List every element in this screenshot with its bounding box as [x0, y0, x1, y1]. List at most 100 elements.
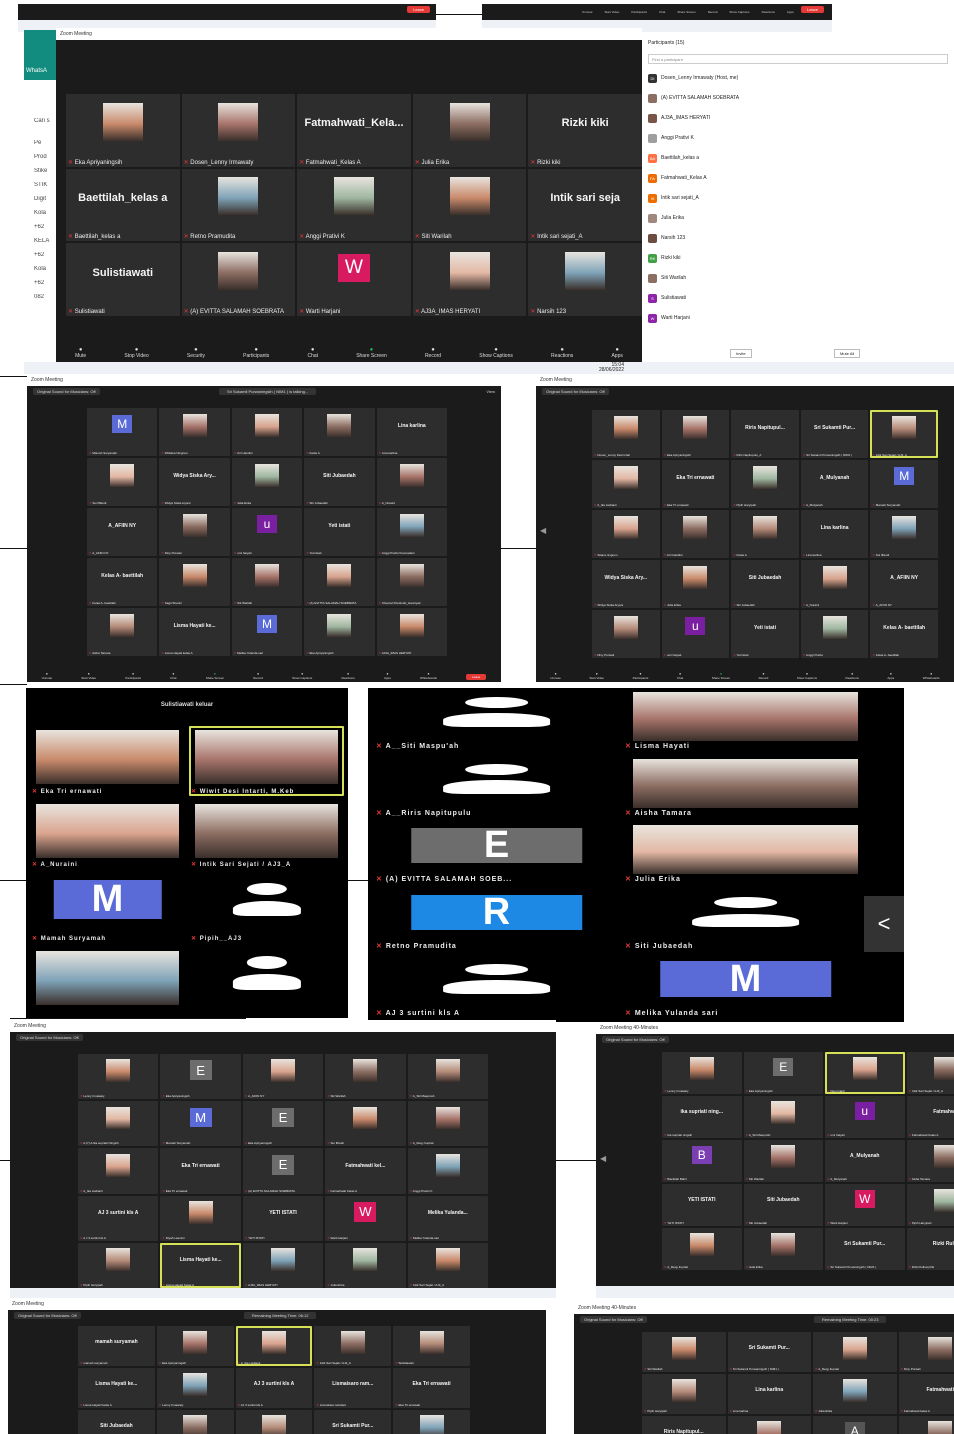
participant-tile[interactable]: R ✕ Retno Pramudita — [374, 888, 619, 952]
participant-tile[interactable]: ✕ Julia Erika — [412, 94, 527, 167]
participant-tile[interactable]: ✕ Lenny Irmawaty — [156, 1368, 234, 1408]
participant-tile[interactable]: Eka Tri ernawati ✕ Eka Tri ernawati — [661, 460, 730, 508]
participant-tile[interactable]: ✕ Diyah Lasmini — [160, 1195, 241, 1241]
participant-tile[interactable]: Siti Jubaedah ✕ Siti Jubaedah — [304, 458, 375, 506]
participant-tile[interactable]: ✕ Dosen_Lenny Irmawaty — [181, 94, 296, 167]
participant-tile[interactable]: ✕ Lisma Hayati — [623, 688, 868, 751]
participant-tile[interactable]: Lisma Hayati ke... ✕ Lisma Hayati Kelas A — [160, 1242, 241, 1288]
participant-tile[interactable]: ✕ AJ 3 surtini kls A — [374, 955, 619, 1018]
participant-row[interactable]: Narsih 123 — [642, 228, 954, 248]
share-screen-button[interactable]: ● Share Screen — [356, 347, 387, 359]
participant-tile[interactable]: ✕ Sui Ilffandi — [87, 458, 158, 506]
participant-row[interactable]: AJ3A_IMAS HERYATI — [642, 108, 954, 128]
participant-tile[interactable]: Baettilah_kelas a ✕ Baettilah_kelas a — [66, 168, 180, 242]
unmute-button[interactable]: ● Unmute — [42, 672, 53, 680]
participant-tile[interactable]: E ✕ (A) EVITTA SALAMAH SOEB... — [374, 821, 619, 885]
participant-tile[interactable]: Widya Siska Ary... ✕ Widya Siska Aryani — [159, 458, 230, 506]
participant-tile[interactable]: M ✕ Mamah Suryamah — [870, 460, 938, 508]
participant-tile[interactable]: ✕ Sitana ningrum — [592, 510, 660, 558]
participant-tile[interactable]: ✕ Sui Iffandi — [325, 1101, 406, 1147]
participant-tile[interactable]: ✕ Julia Erika — [661, 560, 730, 608]
participant-tile[interactable]: ✕ AJ3A_IMAS HERYATI — [242, 1242, 324, 1288]
participant-tile[interactable]: ika supriati ning... ✕ Ika supriati nings… — [662, 1096, 742, 1138]
participant-tile[interactable]: A_AFIIN NY ✕ A_AFIIN NY — [870, 560, 938, 608]
participant-tile[interactable]: ✕ Anggi Prativi Kusmadani — [376, 508, 447, 556]
participant-tile[interactable] — [727, 1416, 811, 1434]
participant-tile[interactable]: ✕ Aisha Tamara — [906, 1140, 954, 1182]
chat-button[interactable]: ● Chat — [307, 347, 318, 359]
participants-button[interactable]: ● Participants — [125, 672, 141, 680]
participant-row[interactable]: W Warti Harjani — [642, 308, 954, 328]
participant-tile[interactable]: Widya Siska Ary... ✕ Widya Siska Aryani — [592, 560, 660, 608]
participant-row[interactable]: Anggi Prativi K — [642, 128, 954, 148]
participant-tile[interactable]: ✕ (A) EVITTA SALAMAH SOEBRATA — [181, 243, 296, 316]
whiteboards-button[interactable]: ● Whiteboards — [420, 672, 437, 680]
reactions-button[interactable]: ● Reactions — [341, 672, 354, 680]
apps-button[interactable]: ● Apps — [611, 347, 622, 359]
original-sound-toggle[interactable]: Original Sound for Musicians: Off — [14, 1312, 81, 1319]
participant-tile[interactable]: ✕ Narsih 123 — [528, 243, 642, 316]
participant-tile[interactable]: ✕ Intik Sari Sejati / AJ3_A — [870, 410, 938, 458]
start-video-button[interactable]: ● Start Video — [589, 672, 604, 680]
participant-tile[interactable]: W ✕ Warti Harjani — [825, 1184, 905, 1226]
participant-tile[interactable]: Fatmahwati ✕ Fatmahwati kelas A — [898, 1374, 954, 1414]
participant-tile[interactable] — [393, 1410, 470, 1434]
strip-label[interactable]: Record — [708, 10, 718, 14]
participant-tile[interactable]: ✕ Julia Erika — [813, 1374, 897, 1414]
participant-tile[interactable]: ✕ Desi Intarti — [825, 1052, 905, 1094]
participant-tile[interactable]: E ✕ Eka Apriyaningsih — [242, 1101, 324, 1147]
participant-tile[interactable]: ✕ A_Ika Lisdianti — [592, 460, 660, 508]
participant-tile[interactable]: ✕ Arri Handini — [231, 408, 303, 456]
participant-tile[interactable]: ✕ Diny Purwati — [898, 1332, 954, 1372]
participant-tile[interactable]: ✕ Dosen_Lenny Desi Intari — [592, 410, 660, 458]
participant-tile[interactable]: ✕ Eka Apriyaningsih — [661, 410, 730, 458]
participant-tile[interactable]: Kelas A- baettilah ✕ Kelas A- baettilah — [870, 610, 938, 658]
leave-button[interactable]: Leave — [801, 6, 824, 13]
unmute-button[interactable]: ● Unmute — [550, 672, 561, 680]
participant-row[interactable]: RK Rizki kiki — [642, 248, 954, 268]
participant-tile[interactable]: ✕ Intik Sari Sejati / AJ3_A — [906, 1052, 954, 1094]
record-button[interactable]: ● Record — [759, 672, 769, 680]
participant-tile[interactable]: ✕ Pipih Haryipah — [642, 1374, 726, 1414]
participant-tile[interactable]: u ✕ umi haiyati — [231, 508, 303, 556]
participant-row[interactable]: DI Dosen_Lenny Irmawaty (Host, me) — [642, 68, 954, 88]
participant-tile[interactable]: AJ 3 surtini kls A ✕ AJ 3 surtini kls A — [235, 1368, 313, 1408]
participant-tile[interactable]: Siti Jubaedah ✕ Siti Jubaedah — [731, 560, 799, 608]
participant-tile[interactable]: ✕ A_Ika Lisdianti — [78, 1148, 159, 1194]
participant-tile[interactable]: ✕ AJ3A_IMAS HERYATI — [412, 243, 527, 316]
participant-tile[interactable]: ✕ Intik Sari Sejati / AJ3_A — [407, 1242, 488, 1288]
participant-tile[interactable]: Lina karlina ✕ Lina karlina — [727, 1374, 811, 1414]
participant-tile[interactable]: Melika Yulanda... ✕ Melika Yulanda sari — [407, 1195, 488, 1241]
participant-tile[interactable]: ✕ A__Siti Maspu'ah — [374, 688, 619, 751]
participant-tile[interactable]: ✕ Siti Warilah — [412, 168, 527, 242]
participant-tile[interactable] — [898, 1416, 954, 1434]
participant-tile[interactable]: B ✕ Baettilah Bahri — [662, 1140, 742, 1182]
participant-tile[interactable]: ✕ Khusnul Khotimah_Hanniyati — [376, 558, 447, 606]
participant-tile[interactable]: ✕ Kelas A — [731, 510, 799, 558]
participant-tile[interactable]: Sulistiawati ✕ Sulistiawati — [66, 243, 180, 316]
stop-video-button[interactable]: ● Stop Video — [124, 347, 148, 359]
participant-tile[interactable]: Sri Sukamti Pur... ✕ Sri Sukamti Purwanin… — [800, 410, 869, 458]
participant-tile[interactable] — [30, 946, 185, 1016]
participant-tile[interactable]: E ✕ Eka Apriyaningsih — [743, 1052, 823, 1094]
participant-tile[interactable]: ✕ A_Reqy Itupriat — [407, 1101, 488, 1147]
invite-button[interactable]: Invite — [730, 349, 752, 358]
participant-tile[interactable]: A_Mulyanah ✕ A_Mulyanah — [800, 460, 869, 508]
strip-label[interactable]: Show Captions — [729, 10, 749, 14]
strip-label[interactable]: Chat — [659, 10, 665, 14]
record-button[interactable]: ● Record — [425, 347, 441, 359]
participant-tile[interactable]: A_AFIIN NY ✕ A_AFIIN NY — [87, 508, 158, 556]
participant-tile[interactable]: ✕ A_Nuraini — [800, 560, 869, 608]
show-captions-button[interactable]: ● Show Captions — [797, 672, 817, 680]
participant-tile[interactable]: ✕ Lenny Irmawaty — [662, 1052, 742, 1094]
participant-tile[interactable]: A_Mulyanah ✕ A_Mulyanah — [825, 1140, 905, 1182]
participant-tile[interactable]: E ✕ (A) EVITTA SALAMAH SOEBRATA — [242, 1148, 324, 1194]
participant-tile[interactable]: mamah suryamah ✕ mamah suryamah — [78, 1326, 155, 1366]
participant-tile[interactable]: Lisma Hayati ke... ✕ Lisma Hayati kelas A — [159, 608, 230, 656]
participant-tile[interactable]: ✕ Eka Apriyaningsih — [156, 1326, 234, 1366]
participant-tile[interactable]: Kelas A- baettilah ✕ Kelas A- baettilah — [87, 558, 158, 606]
participant-tile[interactable]: ✕ A_AFIIN NY — [242, 1054, 324, 1100]
participant-tile[interactable]: Yeti istati ✕ Yeti istati — [731, 610, 799, 658]
prev-page-button[interactable]: < — [864, 896, 904, 952]
participant-tile[interactable]: M ✕ Melika Yulanda sari — [623, 955, 868, 1018]
